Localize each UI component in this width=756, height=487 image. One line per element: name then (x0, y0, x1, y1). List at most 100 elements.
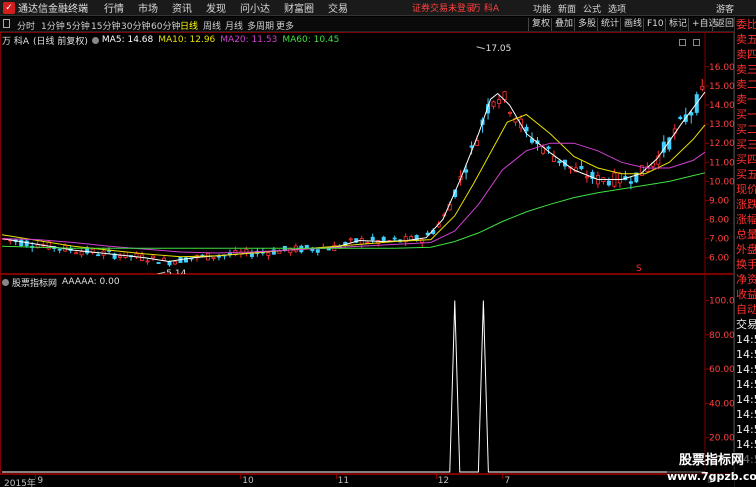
candle-body (216, 255, 221, 258)
overlay-button[interactable]: 叠加 (551, 18, 573, 31)
menu-item-formula[interactable]: 公式 (583, 2, 601, 15)
price-tick-label: 13.00 (709, 120, 734, 130)
menu-item-quotes[interactable]: 行情 (104, 0, 124, 15)
date-tick-label: 9 (37, 476, 44, 486)
watermark-url: www.7gpzb.com (667, 470, 756, 483)
draw-line-button[interactable]: 画线 (620, 18, 642, 31)
tab-monthly[interactable]: 月线 (225, 19, 243, 32)
indicator-chart[interactable]: 100.00 80.00 60.00 40.00 20.00 (0, 274, 734, 474)
candle-body (145, 260, 150, 263)
legend-ma20: MA20: 11.53 (220, 35, 278, 45)
candle-body (57, 248, 62, 251)
date-tick (240, 475, 242, 479)
price-tick-label: 7.00 (709, 235, 729, 245)
date-axis: 2015年910111278 (0, 474, 713, 487)
indicator-frame (0, 274, 734, 474)
menu-item-wealth[interactable]: 财富圈 (284, 0, 314, 15)
price-tick-label: 8.00 (709, 216, 729, 226)
legend-ma10: MA10: 12.96 (158, 35, 216, 45)
side-panel-item: 卖二 (736, 78, 756, 91)
candle-body (365, 241, 370, 244)
candle-body (249, 253, 254, 257)
candle-body (381, 236, 386, 241)
candle-body (118, 255, 123, 258)
legend-stock-name: 万 科A (2, 36, 30, 47)
stats-button[interactable]: 统计 (597, 18, 619, 31)
candle-body (617, 172, 622, 184)
side-panel-item: 换手 (736, 258, 756, 271)
candle-body (584, 176, 589, 179)
side-panel-item: 收益 (736, 288, 756, 301)
date-tick-label: 12 (437, 476, 450, 486)
tab-daily[interactable]: 日线 (180, 19, 198, 32)
candle-body (464, 169, 469, 173)
tab-weekly[interactable]: 周线 (203, 19, 221, 32)
indicator-name: 股票指标网 (12, 278, 58, 289)
chart-frame (0, 32, 734, 274)
pin-icon[interactable] (3, 19, 10, 28)
side-panel-item: 14:5 (736, 333, 756, 346)
menu-item-discover[interactable]: 发现 (206, 0, 226, 15)
side-panel-item: 交易 (736, 318, 756, 331)
tab-multi-period[interactable]: 多周期 (247, 19, 274, 32)
candle-body (211, 257, 216, 260)
side-panel-item: 净资 (736, 273, 756, 286)
indicator-value: AAAAA: 0.00 (62, 277, 120, 287)
candle-body (74, 252, 79, 255)
menu-item-ask[interactable]: 问小达 (240, 0, 270, 15)
signal-marker: S (636, 264, 642, 274)
side-panel-item: 14:5 (736, 378, 756, 391)
mark-button[interactable]: 标记 (665, 18, 687, 31)
adjust-button[interactable]: 复权 (528, 18, 550, 31)
candle-body (96, 254, 101, 257)
side-panel-item: 买五 (736, 168, 756, 181)
tab-60min[interactable]: 60分钟 (151, 19, 180, 32)
menu-item-function[interactable]: 功能 (533, 2, 551, 15)
legend-settings-icon[interactable] (91, 36, 99, 44)
login-notice[interactable]: 证券交易未登录 (412, 1, 475, 14)
price-tick-label: 9.00 (709, 196, 729, 206)
side-panel-item: 14:5 (736, 348, 756, 361)
menu-bar: ✓ 通达信金融终端 行情 市场 资讯 发现 问小达 财富圈 交易 证券交易未登录… (0, 0, 756, 16)
candle-body (173, 261, 178, 265)
candle-body (678, 116, 683, 119)
date-tick-label: 11 (337, 476, 350, 486)
candle-body (689, 112, 694, 116)
menu-item-market[interactable]: 市场 (138, 0, 158, 15)
side-panel-item: 买二 (736, 123, 756, 136)
menu-item-trade[interactable]: 交易 (328, 0, 348, 15)
candle-body (359, 238, 364, 245)
guest-user[interactable]: 游客 (716, 2, 734, 15)
candlestick-chart[interactable]: 16.00 15.00 14.00 13.00 12.00 11.00 10.00 9.00 8… (0, 32, 734, 274)
indicator-settings-icon[interactable] (2, 278, 9, 286)
tab-more[interactable]: 更多 (276, 19, 294, 32)
price-tick-label: 10.00 (709, 177, 734, 187)
tab-intraday[interactable]: 分时 (17, 19, 35, 32)
tab-1min[interactable]: 1分钟 (41, 19, 65, 32)
date-tick (502, 475, 504, 479)
indicator-tick-label: 40.00 (709, 399, 734, 409)
menu-item-news[interactable]: 资讯 (172, 0, 192, 15)
candle-body (167, 261, 172, 266)
tab-5min[interactable]: 5分钟 (66, 19, 90, 32)
side-panel-item: 自动 (736, 303, 756, 316)
side-panel-item: 14:5 (736, 393, 756, 406)
tab-30min[interactable]: 30分钟 (121, 19, 150, 32)
indicator-tick-label: 20.00 (709, 434, 734, 444)
ma-line-ma10 (1, 113, 706, 258)
menu-item-options[interactable]: 选项 (608, 2, 626, 15)
candle-body (79, 251, 84, 256)
date-tick-label: 10 (242, 476, 254, 486)
back-button[interactable]: 返回 (712, 18, 734, 31)
indicator-tick-label: 80.00 (709, 331, 734, 341)
restore-icon[interactable] (679, 39, 686, 46)
multi-stock-button[interactable]: 多股 (574, 18, 596, 31)
date-tick-label: 7 (504, 476, 511, 486)
f10-button[interactable]: F10 (643, 18, 664, 31)
tab-15min[interactable]: 15分钟 (91, 19, 120, 32)
maximize-icon[interactable] (693, 39, 700, 46)
price-tick-label: 11.00 (709, 158, 734, 168)
side-panel-item: 外盘 (736, 243, 756, 256)
menu-item-new-page[interactable]: 新面 (558, 2, 576, 15)
side-panel-item: 卖三 (736, 63, 756, 76)
